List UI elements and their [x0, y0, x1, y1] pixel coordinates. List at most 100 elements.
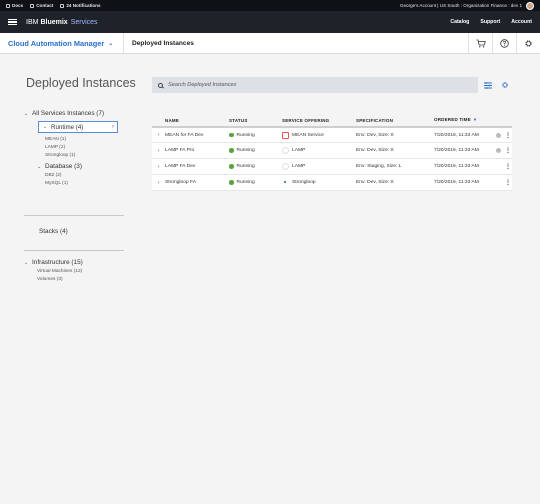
filter-runtime[interactable]: ⌄ Runtime (4) › [38, 121, 118, 133]
chevron-down-icon: ⌄ [24, 259, 29, 266]
table-row[interactable]: › MEAN for FA Dev Running MEAN Service E… [152, 127, 512, 143]
filter-all-services[interactable]: ⌄ All Services Instances (7) [24, 110, 126, 117]
contact-icon [30, 3, 35, 8]
utility-bar: Docs Contact 24 Notifications George's A… [0, 0, 540, 11]
col-offering[interactable]: SERVICE OFFERING [282, 118, 356, 123]
contact-link[interactable]: Contact [30, 3, 53, 8]
row-time: 7/20/2016, 11:33 AM [434, 180, 479, 185]
status-dot [229, 132, 234, 138]
col-specification[interactable]: SPECIFICATION [356, 118, 434, 123]
table-row[interactable]: › Strongloop FA Running Strongloop Env: … [152, 175, 512, 191]
row-spec: Env: Dev, Size: S [356, 180, 394, 185]
search-input[interactable]: Search Deployed Instances [152, 77, 478, 93]
row-offering: MEAN Service [292, 132, 324, 138]
status-dot [229, 148, 234, 153]
status-dot [229, 164, 234, 169]
chevron-down-icon: ⌄ [108, 40, 114, 47]
chevron-down-icon: ⌄ [37, 163, 42, 170]
strongloop-icon [282, 179, 289, 186]
product-switcher[interactable]: Cloud Automation Manager ⌄ [0, 33, 124, 53]
overflow-menu-icon[interactable]: ⋮ [504, 147, 512, 154]
instance-status-icon[interactable] [495, 132, 501, 138]
filter-lamp[interactable]: LAMP (2) [45, 144, 126, 152]
expand-icon[interactable]: › [152, 180, 165, 186]
brand-bluemix: Bluemix [40, 18, 68, 26]
row-offering: LAMP [292, 164, 306, 169]
col-ordered-time[interactable]: ORDERED TIME ▾ [434, 117, 492, 123]
divider [24, 215, 124, 216]
menu-icon[interactable] [8, 18, 17, 26]
row-offering: Strongloop [292, 180, 316, 185]
settings-icon[interactable] [497, 77, 513, 93]
row-name: LAMP FA Pro [165, 148, 195, 153]
row-status: Running [236, 164, 255, 169]
row-status: Running [236, 148, 255, 153]
row-spec: Env: Staging, Size: L [356, 164, 402, 169]
filter-mean[interactable]: MEAN (1) [45, 136, 126, 144]
filter-database[interactable]: ⌄ Database (3) [37, 163, 126, 170]
lamp-icon [282, 147, 289, 154]
filter-strongloop[interactable]: Strongloop (1) [45, 152, 126, 160]
brand-logo[interactable]: IBM Bluemix Services [26, 19, 98, 26]
mean-icon [282, 131, 289, 139]
row-name: Strongloop FA [165, 180, 196, 185]
filter-db2[interactable]: DB2 (2) [45, 172, 126, 180]
expand-icon[interactable]: › [152, 164, 165, 170]
row-time: 7/20/2016, 11:33 AM [434, 148, 479, 153]
filter-tree: ⌄ All Services Instances (7) ⌄ Runtime (… [24, 110, 126, 188]
infrastructure-group: ⌄ Infrastructure (15) Virtual Machines (… [24, 259, 83, 284]
chevron-down-icon: ⌄ [24, 110, 29, 117]
settings-icon[interactable] [516, 33, 540, 53]
filter-infrastructure[interactable]: ⌄ Infrastructure (15) [24, 259, 83, 266]
row-name: MEAN for FA Dev [165, 132, 204, 138]
instances-table: NAME STATUS SERVICE OFFERING SPECIFICATI… [152, 114, 512, 191]
account-context[interactable]: George's Account | US South : Organizati… [400, 3, 522, 8]
docs-icon [6, 3, 10, 8]
expand-icon[interactable]: › [152, 132, 165, 138]
nav-support[interactable]: Support [480, 19, 500, 25]
row-offering: LAMP [292, 148, 306, 153]
col-status[interactable]: STATUS [229, 118, 282, 123]
filter-volumes[interactable]: Volumes (3) [37, 276, 83, 284]
row-status: Running [236, 132, 255, 138]
row-spec: Env: Dev, Size: S [356, 132, 394, 138]
row-time: 7/20/2016, 11:33 AM [434, 164, 479, 169]
page-breadcrumb: Deployed Instances [132, 39, 194, 47]
columns-icon[interactable] [480, 77, 496, 93]
notifications-link[interactable]: 24 Notifications [60, 3, 101, 8]
brand-ibm: IBM [26, 18, 39, 26]
help-icon[interactable] [492, 33, 516, 53]
filter-stacks[interactable]: Stacks (4) [39, 228, 68, 235]
brand-services: Services [70, 18, 98, 26]
expand-icon[interactable]: › [152, 148, 165, 154]
overflow-menu-icon[interactable]: ⋮ [504, 132, 512, 139]
filter-mysql[interactable]: MySQL (1) [45, 180, 126, 188]
overflow-menu-icon[interactable]: ⋮ [504, 163, 512, 170]
cart-icon[interactable] [468, 33, 492, 53]
avatar[interactable] [526, 1, 534, 10]
product-bar: Cloud Automation Manager ⌄ Deployed Inst… [0, 33, 540, 54]
row-status: Running [236, 180, 255, 185]
chevron-right-icon: › [112, 124, 114, 130]
table-row[interactable]: › LAMP FA Pro Running LAMP Env: Dev, Siz… [152, 143, 512, 159]
status-dot [229, 180, 234, 185]
table-row[interactable]: › LAMP FA Dev Running LAMP Env: Staging,… [152, 159, 512, 175]
nav-catalog[interactable]: Catalog [450, 19, 469, 25]
overflow-menu-icon[interactable]: ⋮ [504, 179, 512, 186]
page-title: Deployed Instances [26, 76, 136, 90]
divider [24, 250, 124, 251]
lamp-icon [282, 163, 289, 170]
sort-arrow-icon: ▾ [473, 117, 477, 122]
table-header: NAME STATUS SERVICE OFFERING SPECIFICATI… [152, 114, 512, 127]
chevron-down-icon: ⌄ [43, 124, 48, 130]
row-name: LAMP FA Dev [165, 164, 196, 169]
docs-link[interactable]: Docs [6, 3, 23, 8]
instance-status-icon[interactable] [495, 148, 501, 153]
search-icon [158, 82, 163, 88]
col-name[interactable]: NAME [165, 118, 229, 123]
main-header: IBM Bluemix Services Catalog Support Acc… [0, 11, 540, 33]
filter-virtual-machines[interactable]: Virtual Machines (12) [37, 268, 83, 276]
row-time: 7/20/2016, 11:33 AM [434, 132, 479, 138]
nav-account[interactable]: Account [511, 19, 532, 25]
search-placeholder: Search Deployed Instances [168, 82, 237, 88]
